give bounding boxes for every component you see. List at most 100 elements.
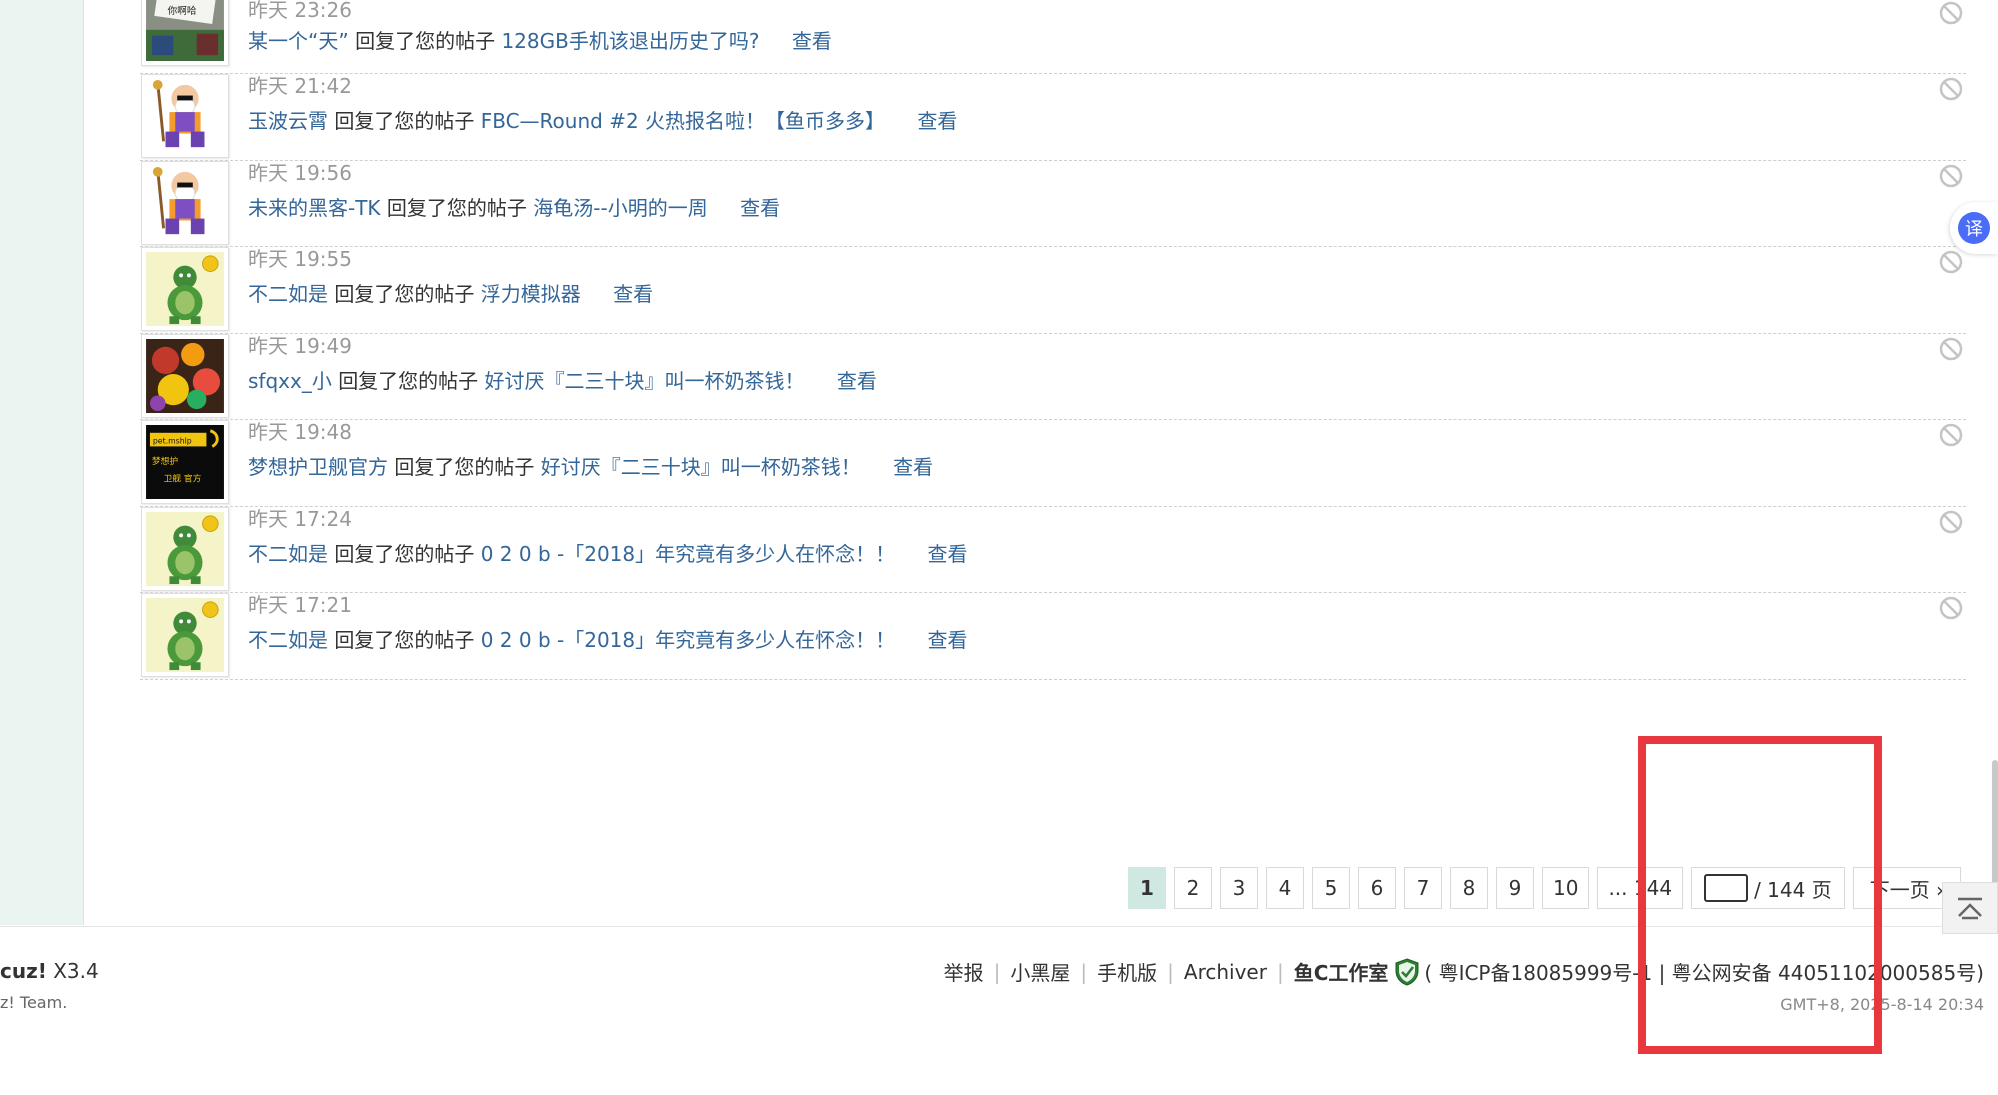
notice-text: 不二如是 回复了您的帖子 浮力模拟器 查看 [248, 281, 653, 307]
svg-text:卫舰 官方: 卫舰 官方 [164, 472, 202, 484]
notice-action: 回复了您的帖子 [394, 455, 535, 479]
view-link[interactable]: 查看 [917, 109, 957, 133]
page-button-8[interactable]: 8 [1450, 867, 1488, 909]
notice-list: 你啊哈 昨天 23:26 某一个“天” 回复了您的帖子 128GB手机该退出历史… [140, 0, 1966, 680]
footer-link-archiver[interactable]: Archiver [1184, 960, 1267, 984]
view-link[interactable]: 查看 [792, 29, 832, 53]
notice-text: sfqxx_小 回复了您的帖子 好讨厌『二三十块』叫一杯奶茶钱！ 查看 [248, 368, 877, 394]
page-button-9[interactable]: 9 [1496, 867, 1534, 909]
scroll-to-top-button[interactable] [1942, 882, 1998, 934]
notice-time: 昨天 19:49 [248, 333, 352, 358]
notice-time: 昨天 21:42 [248, 74, 352, 98]
ignore-icon[interactable] [1938, 0, 1964, 26]
notice-text: 玉波云霄 回复了您的帖子 FBC—Round #2 火热报名啦！【鱼币多多】 查… [248, 108, 957, 134]
gmt-timestamp: GMT+8, 2025-8-14 20:34 [1780, 995, 1984, 1014]
left-sidebar-strip [0, 0, 84, 925]
notice-row: 昨天 17:21 不二如是 回复了您的帖子 0 2 0 b -「2018」年究竟… [140, 593, 1966, 680]
view-link[interactable]: 查看 [837, 369, 877, 393]
notice-action: 回复了您的帖子 [334, 541, 475, 566]
ignore-icon[interactable] [1938, 509, 1964, 535]
footer-icp-link[interactable]: ( 粤ICP备18085999号-1 | 粤公网安备 4405110200058… [1424, 957, 1984, 986]
user-avatar[interactable] [141, 593, 229, 677]
notice-user-link[interactable]: 梦想护卫舰官方 [248, 455, 388, 479]
notice-thread-link[interactable]: 128GB手机该退出历史了吗? [501, 29, 759, 53]
page-button-10[interactable]: 10 [1542, 867, 1590, 909]
svg-text:pet.mshlp: pet.mshlp [153, 437, 192, 446]
page-jump-box: / 144 页 [1691, 867, 1845, 909]
notice-action: 回复了您的帖子 [334, 282, 475, 306]
footer-link-studio[interactable]: 鱼C工作室 [1294, 957, 1389, 986]
powered-by: cuz! X3.4 [0, 959, 99, 983]
page-button-2[interactable]: 2 [1174, 867, 1212, 909]
notice-text: 不二如是 回复了您的帖子 0 2 0 b -「2018」年究竟有多少人在怀念！！… [248, 541, 968, 567]
shield-icon [1395, 957, 1419, 986]
notice-text: 未来的黑客-TK 回复了您的帖子 海龟汤--小明的一周 查看 [248, 195, 780, 221]
notice-user-link[interactable]: 不二如是 [248, 282, 328, 306]
ignore-icon[interactable] [1938, 336, 1964, 362]
separator: | [1080, 959, 1088, 984]
user-avatar[interactable] [141, 506, 229, 591]
notice-text: 梦想护卫舰官方 回复了您的帖子 好讨厌『二三十块』叫一杯奶茶钱！ 查看 [248, 454, 933, 480]
footer-link-mobile[interactable]: 手机版 [1097, 957, 1157, 986]
notice-action: 回复了您的帖子 [355, 29, 496, 53]
notice-action: 回复了您的帖子 [386, 195, 527, 220]
footer-link-blackroom[interactable]: 小黑屋 [1010, 957, 1070, 986]
view-link[interactable]: 查看 [740, 196, 780, 220]
notice-time: 昨天 19:48 [248, 420, 352, 444]
ignore-icon[interactable] [1938, 595, 1964, 621]
page-button-7[interactable]: 7 [1404, 867, 1442, 909]
notice-action: 回复了您的帖子 [334, 628, 475, 652]
notice-time: 昨天 17:21 [248, 593, 352, 617]
notice-row: 你啊哈 昨天 23:26 某一个“天” 回复了您的帖子 128GB手机该退出历史… [140, 0, 1966, 74]
view-link[interactable]: 查看 [928, 628, 968, 652]
translate-icon: 译 [1958, 212, 1990, 244]
ignore-icon[interactable] [1938, 163, 1964, 189]
footer-links: 举报 | 小黑屋 | 手机版 | Archiver | 鱼C工作室 ( 粤ICP… [944, 957, 1984, 986]
notice-row: pet.mshlp 梦想护卫舰 官方 昨天 19:48 梦想护卫舰官方 回复了您的… [140, 420, 1966, 507]
user-avatar[interactable] [141, 160, 229, 245]
notice-thread-link[interactable]: 好讨厌『二三十块』叫一杯奶茶钱！ [541, 455, 861, 479]
notice-user-link[interactable]: 不二如是 [248, 542, 328, 566]
powered-brand: cuz! [0, 959, 47, 983]
ignore-icon[interactable] [1938, 422, 1964, 448]
ignore-icon[interactable] [1938, 249, 1964, 275]
notice-thread-link[interactable]: 好讨厌『二三十块』叫一杯奶茶钱！ [485, 369, 805, 393]
user-avatar[interactable]: pet.mshlp 梦想护卫舰 官方 [141, 420, 229, 504]
notice-time: 昨天 23:26 [248, 0, 352, 22]
svg-text:你啊哈: 你啊哈 [167, 4, 196, 17]
page-jump-input[interactable] [1704, 874, 1749, 902]
page-button-last[interactable]: ... 144 [1597, 867, 1684, 909]
ignore-icon[interactable] [1938, 76, 1964, 102]
total-pages-label: / 144 页 [1754, 877, 1832, 902]
notice-text: 某一个“天” 回复了您的帖子 128GB手机该退出历史了吗? 查看 [248, 28, 832, 54]
page-button-3[interactable]: 3 [1220, 867, 1258, 909]
user-avatar[interactable] [141, 74, 229, 158]
notice-time: 昨天 17:24 [248, 506, 352, 531]
user-avatar[interactable]: 你啊哈 [141, 0, 229, 66]
footer-link-report[interactable]: 举报 [944, 957, 984, 986]
page-button-6[interactable]: 6 [1358, 867, 1396, 909]
notice-thread-link[interactable]: 海龟汤--小明的一周 [533, 196, 707, 220]
notice-row: 昨天 19:55 不二如是 回复了您的帖子 浮力模拟器 查看 [140, 247, 1966, 334]
notice-user-link[interactable]: 不二如是 [248, 628, 328, 652]
notice-user-link[interactable]: 玉波云霄 [248, 109, 328, 133]
page-button-5[interactable]: 5 [1312, 867, 1350, 909]
svg-text:梦想护: 梦想护 [152, 455, 178, 467]
page-button-1[interactable]: 1 [1128, 867, 1166, 909]
notice-user-link[interactable]: 某一个“天” [248, 29, 349, 53]
view-link[interactable]: 查看 [928, 542, 968, 566]
notice-thread-link[interactable]: FBC—Round #2 火热报名啦！【鱼币多多】 [481, 109, 885, 133]
notice-thread-link[interactable]: 浮力模拟器 [481, 282, 581, 306]
page-button-4[interactable]: 4 [1266, 867, 1304, 909]
notice-row: 昨天 19:49 sfqxx_小 回复了您的帖子 好讨厌『二三十块』叫一杯奶茶钱… [140, 333, 1966, 420]
user-avatar[interactable] [141, 247, 229, 331]
notice-user-link[interactable]: 未来的黑客-TK [248, 196, 381, 220]
translate-button[interactable]: 译 [1950, 202, 1998, 254]
notice-thread-link[interactable]: 0 2 0 b -「2018」年究竟有多少人在怀念！！ [481, 542, 895, 566]
notice-thread-link[interactable]: 0 2 0 b -「2018」年究竟有多少人在怀念！！ [481, 628, 895, 652]
copyright-text: z! Team. [0, 993, 68, 1012]
notice-user-link[interactable]: sfqxx_小 [248, 369, 332, 393]
view-link[interactable]: 查看 [613, 282, 653, 306]
view-link[interactable]: 查看 [893, 455, 933, 479]
user-avatar[interactable] [141, 333, 229, 418]
